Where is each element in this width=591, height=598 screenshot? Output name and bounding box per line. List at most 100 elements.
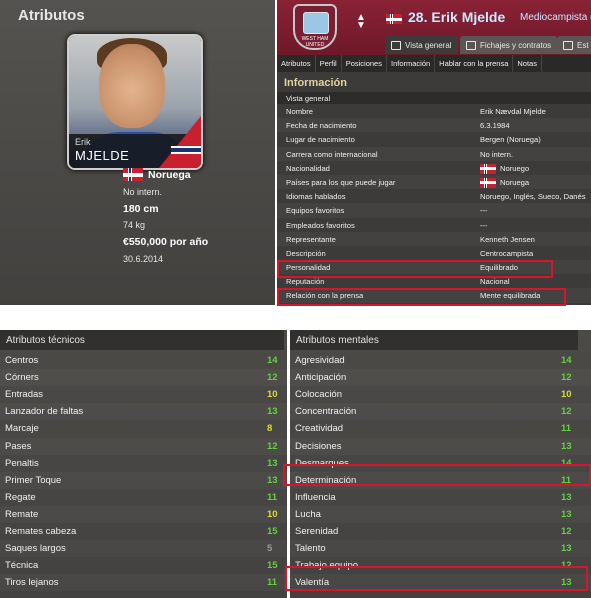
- player-position: Mediocampista (: [520, 12, 591, 23]
- player-name-heading: 28. Erik Mjelde: [408, 9, 506, 25]
- subtab-posiciones[interactable]: Posiciones: [342, 55, 387, 72]
- info-row: Nombre Erik Nævdal Mjelde: [277, 104, 591, 118]
- attribute-row: Lucha 13: [290, 506, 591, 523]
- attribute-label: Valentía: [295, 577, 330, 589]
- info-row-value-text: 6.3.1984: [480, 121, 510, 131]
- attribute-label: Técnica: [5, 560, 39, 572]
- nationality-row[interactable]: Noruega: [123, 168, 191, 181]
- subtab-bar: Atributos Perfil Posiciones Información …: [277, 55, 591, 72]
- attribute-row: Influencia 13: [290, 489, 591, 506]
- info-row-value: Noruego, Inglés, Sueco, Danés: [480, 192, 586, 201]
- attribute-row: Valentía 13: [290, 574, 591, 591]
- intl-status: No intern.: [123, 187, 163, 197]
- info-row-value: 6.3.1984: [480, 121, 510, 130]
- player-switch-arrows-icon[interactable]: ▲ ▼: [356, 13, 366, 31]
- info-row: Equipos favoritos ---: [277, 203, 591, 218]
- attribute-row: Desmarques 14: [290, 455, 591, 472]
- attribute-row: Entradas 10: [0, 386, 287, 403]
- attribute-row: Marcaje 8: [0, 420, 287, 437]
- info-row-value: ---: [480, 221, 488, 230]
- attribute-value: 14: [561, 457, 572, 469]
- info-row-value-text: Noruega: [500, 178, 530, 188]
- attribute-value: 12: [267, 440, 278, 452]
- club-crest-icon[interactable]: WEST HAM UNITED: [293, 4, 337, 50]
- crest-shield: [303, 12, 329, 34]
- attribute-label: Creatividad: [295, 423, 344, 435]
- attribute-label: Serenidad: [295, 526, 339, 537]
- tab-estadisticas[interactable]: Est: [557, 36, 591, 54]
- info-row-value-text: Erik Nævdal Mjelde: [480, 107, 546, 116]
- attribute-value: 13: [561, 508, 572, 520]
- info-row: Lugar de nacimiento Bergen (Noruega): [277, 132, 591, 146]
- info-row-value: Noruega: [480, 177, 530, 188]
- info-row-value-text: Centrocampista: [480, 248, 534, 258]
- info-row-label: Reputación: [286, 277, 325, 287]
- mental-attributes-panel: Atributos mentales Agresividad 14 Anticipa…: [290, 330, 591, 598]
- attribute-label: Determinación: [295, 474, 357, 486]
- attribute-row: Centros 14: [0, 352, 287, 369]
- attribute-row: Remates cabeza 15: [0, 523, 287, 540]
- info-row-label: Representante: [286, 234, 336, 244]
- attribute-label: Trabajo equipo: [295, 560, 359, 572]
- info-row-label: Empleados favoritos: [286, 220, 355, 230]
- norway-flag-icon: [480, 163, 496, 174]
- info-row-value-text: Noruego, Inglés, Sueco, Danés: [480, 192, 586, 202]
- info-row: Personalidad Equilibrado: [277, 260, 591, 275]
- attribute-label: Primer Toque: [5, 474, 62, 486]
- player-summary-panel: Atributos Erik MJELDE Noruega No intern.…: [0, 0, 275, 305]
- info-section-title: Información: [284, 77, 347, 89]
- attribute-label: Talento: [295, 543, 326, 555]
- attribute-value: 11: [267, 577, 278, 589]
- attribute-value: 11: [561, 474, 572, 486]
- technical-attributes-title: Atributos técnicos: [0, 330, 284, 350]
- info-row-label: Relación con la prensa: [286, 291, 364, 301]
- attribute-row: Decisiones 13: [290, 438, 591, 455]
- info-row-label: Descripción: [286, 248, 326, 258]
- flag-cross-h2: [171, 148, 201, 152]
- tab-fichajes[interactable]: Fichajes y contratos: [460, 36, 558, 54]
- attribute-row: Creatividad 11: [290, 420, 591, 437]
- info-row-value-text: Noruego: [500, 164, 530, 174]
- norway-flag-icon: [123, 168, 143, 181]
- info-row-value-text: Kenneth Jensen: [480, 234, 535, 244]
- attribute-value: 13: [561, 440, 572, 452]
- info-row-label: Lugar de nacimiento: [286, 135, 355, 145]
- info-row-value: Erik Nævdal Mjelde: [480, 107, 546, 116]
- info-row-value-text: Mente equilibrada: [480, 291, 541, 301]
- info-row-value: ---: [480, 206, 488, 215]
- attribute-value: 15: [267, 526, 278, 537]
- info-row-label: Idiomas hablados: [286, 192, 346, 202]
- attribute-label: Penaltis: [5, 457, 39, 469]
- attributes-title: Atributos: [18, 7, 85, 24]
- attribute-row: Tiros lejanos 11: [0, 574, 287, 591]
- info-row-label: Personalidad: [286, 263, 331, 273]
- tab-vista-general[interactable]: Vista general: [385, 36, 458, 54]
- attribute-value: 10: [267, 389, 278, 401]
- info-row: Idiomas hablados Noruego, Inglés, Sueco, …: [277, 189, 591, 203]
- attribute-value: 11: [561, 423, 572, 435]
- attribute-label: Marcaje: [5, 423, 39, 435]
- info-row-value-text: ---: [480, 206, 488, 216]
- attribute-row: Concentración 12: [290, 403, 591, 420]
- subtab-informacion[interactable]: Información: [387, 55, 436, 72]
- subtab-atributos[interactable]: Atributos: [277, 55, 316, 72]
- subtab-notas[interactable]: Notas: [513, 55, 542, 72]
- subtab-prensa[interactable]: Hablar con la prensa: [435, 55, 514, 72]
- attribute-value: 13: [561, 577, 572, 589]
- info-row-value-text: Bergen (Noruega): [480, 135, 541, 145]
- attribute-row: Saques largos 5: [0, 540, 287, 557]
- attribute-value: 5: [267, 543, 273, 555]
- attribute-label: Anticipación: [295, 372, 347, 384]
- tab-label: Est: [577, 40, 589, 50]
- contract-icon: [466, 40, 476, 50]
- info-row-value: No intern.: [480, 150, 513, 159]
- attribute-row: Pases 12: [0, 438, 287, 455]
- attribute-value: 12: [561, 560, 572, 572]
- attribute-value: 10: [267, 508, 278, 520]
- subtab-perfil[interactable]: Perfil: [316, 55, 342, 72]
- info-row-value-text: ---: [480, 220, 488, 230]
- contract-end: 30.6.2014: [123, 254, 164, 264]
- overview-icon: [391, 40, 401, 50]
- info-row: Carrera como internacional No intern.: [277, 146, 591, 161]
- attribute-value: 13: [561, 543, 572, 555]
